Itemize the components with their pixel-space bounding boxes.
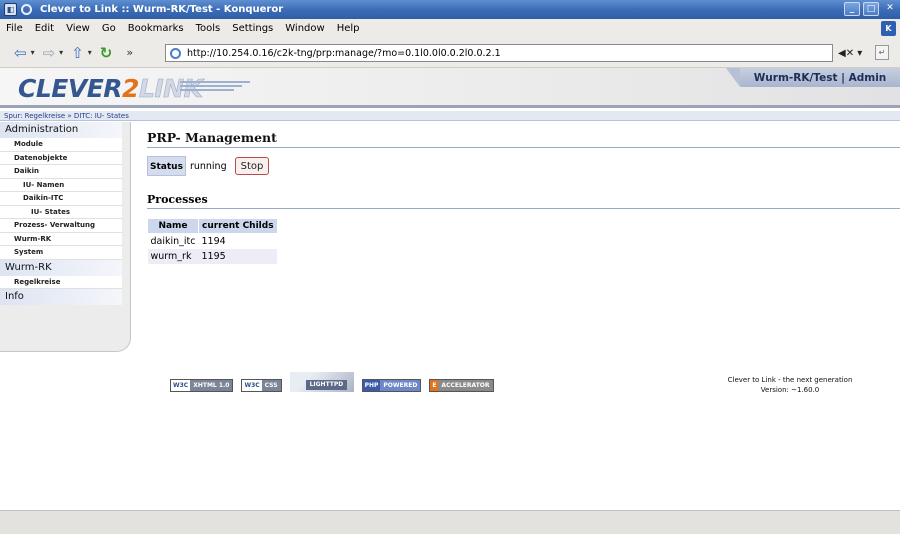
badge-css[interactable]: W3C CSS — [241, 378, 282, 392]
status-label: Status — [147, 156, 186, 176]
badge-xhtml-1-0[interactable]: W3C XHTML 1.0 — [170, 378, 234, 392]
menu-edit[interactable]: Edit — [35, 23, 54, 34]
up-icon[interactable]: ⇧ — [71, 44, 84, 62]
breadcrumb[interactable]: Spur: Regelkreise » DITC: IU- States — [0, 111, 900, 121]
forward-icon[interactable]: ⇨ — [43, 44, 56, 62]
site-banner: CLEVER2LINK Wurm-RK/Test | Admin — [0, 68, 900, 108]
sidebar-item-prozess-verwaltung[interactable]: Prozess- Verwaltung — [0, 219, 122, 233]
sidebar-section-info[interactable]: Info — [0, 289, 122, 305]
badge-lighttpd[interactable]: LIGHTTPD — [289, 372, 354, 392]
footer-version: Version: ~1.60.0 — [760, 386, 820, 394]
table-header: current Childs — [198, 218, 278, 234]
footer-tagline: Clever to Link - the next generation — [727, 376, 853, 384]
table-cell: 1194 — [198, 233, 278, 249]
table-row: daikin_itc 1194 — [147, 233, 278, 249]
sidebar-item-iu-states[interactable]: IU- States — [0, 205, 122, 219]
menu-bookmarks[interactable]: Bookmarks — [128, 23, 184, 34]
close-button[interactable]: ✕ — [882, 2, 898, 16]
clear-url-button[interactable]: ◀✕ ▾ — [838, 44, 868, 62]
footer-badges: W3C XHTML 1.0 W3C CSS LIGHTTPD PHP POWERED E ACC… — [170, 372, 502, 392]
table-header: Name — [147, 218, 199, 234]
sidebar-item-system[interactable]: System — [0, 246, 122, 260]
url-text: http://10.254.0.16/c2k-tng/prp:manage/?m… — [187, 47, 501, 59]
main-content: PRP- Management Status running Stop Proc… — [147, 130, 900, 264]
web-page: CLEVER2LINK Wurm-RK/Test | Admin Spur: R… — [0, 68, 900, 510]
window-title: Clever to Link :: Wurm-RK/Test - Konquer… — [40, 4, 284, 15]
go-button[interactable]: ↵ — [875, 45, 889, 60]
table-row: wurm_rk 1195 — [147, 249, 278, 264]
reload-icon[interactable]: ↻ — [100, 44, 113, 62]
menubar: File Edit View Go Bookmarks Tools Settings Wind… — [0, 19, 900, 38]
logo-lines-decoration — [180, 81, 250, 97]
sidebar-section-wurm-rk[interactable]: Wurm-RK — [0, 259, 122, 276]
maximize-button[interactable]: □ — [863, 2, 879, 16]
menu-settings[interactable]: Settings — [232, 23, 273, 34]
menu-view[interactable]: View — [66, 23, 90, 34]
browser-statusbar — [0, 510, 900, 534]
menu-file[interactable]: File — [6, 23, 23, 34]
menu-window[interactable]: Window — [285, 23, 324, 34]
site-icon — [170, 47, 181, 59]
processes-table: Name current Childs daikin_itc 1194 wurm_rk… — [147, 218, 278, 264]
menu-help[interactable]: Help — [337, 23, 360, 34]
sidebar-item-daikin[interactable]: Daikin — [0, 165, 122, 179]
status-value: running — [189, 160, 227, 172]
status-row: Status running Stop — [147, 156, 270, 176]
forward-history-chevron-icon[interactable]: ▾ — [59, 48, 63, 57]
menu-tools[interactable]: Tools — [196, 23, 221, 34]
back-icon[interactable]: ⇦ — [14, 44, 27, 62]
badge-accelerator[interactable]: E ACCELERATOR — [429, 378, 494, 392]
table-cell: 1195 — [198, 249, 278, 264]
sidebar: Administration Module Datenobjekte Daikin IU… — [0, 122, 131, 352]
user-context-tab: Wurm-RK/Test | Admin — [740, 68, 900, 87]
window-menu-icon[interactable]: ◧ — [4, 3, 17, 16]
toolbar-more-icon[interactable]: » — [126, 46, 133, 59]
badge-powered[interactable]: PHP POWERED — [361, 378, 422, 392]
minimize-button[interactable]: _ — [844, 2, 860, 16]
sticky-icon[interactable] — [21, 4, 32, 15]
table-cell: daikin_itc — [147, 233, 199, 249]
processes-title: Processes — [147, 193, 208, 206]
table-cell: wurm_rk — [147, 249, 199, 264]
sidebar-item-datenobjekte[interactable]: Datenobjekte — [0, 151, 122, 165]
sidebar-item-daikin-itc[interactable]: Daikin-ITC — [0, 192, 122, 206]
sidebar-item-regelkreise[interactable]: Regelkreise — [0, 275, 122, 289]
up-chevron-icon[interactable]: ▾ — [88, 48, 92, 57]
window-titlebar: ◧ Clever to Link :: Wurm-RK/Test - Konqu… — [0, 0, 900, 19]
sidebar-item-wurm-rk[interactable]: Wurm-RK — [0, 232, 122, 246]
footer-text: Clever to Link - the next generation Ver… — [710, 375, 870, 395]
back-history-chevron-icon[interactable]: ▾ — [31, 48, 35, 57]
sidebar-item-iu-namen[interactable]: IU- Namen — [0, 178, 122, 192]
stop-button[interactable]: Stop — [234, 157, 270, 175]
sidebar-section-administration[interactable]: Administration — [0, 122, 122, 138]
menu-go[interactable]: Go — [102, 23, 116, 34]
kde-logo-icon: K — [881, 21, 896, 36]
url-input[interactable]: http://10.254.0.16/c2k-tng/prp:manage/?m… — [165, 44, 833, 62]
site-logo[interactable]: CLEVER2LINK — [18, 74, 203, 104]
page-title: PRP- Management — [147, 130, 277, 145]
sidebar-item-module[interactable]: Module — [0, 138, 122, 152]
